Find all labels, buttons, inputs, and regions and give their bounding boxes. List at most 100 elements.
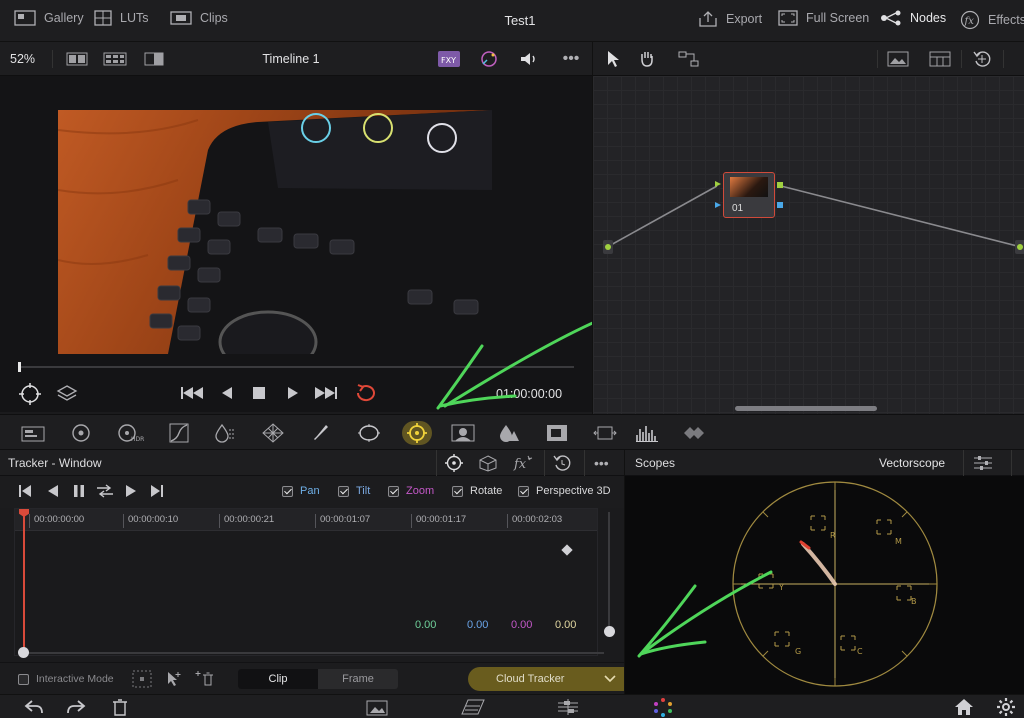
timecode-ruler[interactable]: 00:00:00:00 00:00:00:10 00:00:00:21 00:0… — [15, 509, 597, 531]
fxy-button[interactable]: FXY — [436, 49, 462, 69]
rotate-checkbox[interactable]: Rotate — [452, 485, 502, 497]
track-backward-button[interactable] — [46, 484, 60, 498]
cloud-tracker-dropdown[interactable]: Cloud Tracker — [468, 667, 640, 691]
zoom-level[interactable]: 52% — [10, 49, 35, 69]
node-layout-button[interactable] — [677, 49, 701, 69]
clip-mode-option[interactable]: Clip — [238, 669, 318, 689]
wipe-button[interactable] — [142, 49, 166, 69]
qualifier-button[interactable] — [260, 421, 286, 445]
more-options-icon[interactable]: ••• — [558, 49, 584, 69]
timeline-name[interactable]: Timeline 1 — [200, 49, 382, 69]
image-view-button[interactable] — [885, 49, 911, 69]
media-page-button[interactable] — [366, 698, 388, 716]
color-warper-button[interactable] — [212, 421, 238, 445]
audio-button[interactable] — [516, 49, 542, 69]
tracker-mode-fx-button[interactable]: fx — [512, 454, 534, 472]
tracker-mode-stabilizer-button[interactable] — [478, 454, 498, 472]
magic-mask-button[interactable] — [476, 49, 502, 69]
edit-page-button[interactable] — [556, 698, 580, 716]
magic-mask-palette-button[interactable] — [450, 421, 476, 445]
node-editor[interactable]: 01 — [592, 76, 1024, 414]
curves-button[interactable] — [166, 421, 192, 445]
loop-button[interactable] — [354, 383, 378, 403]
nodes-button[interactable]: Nodes — [880, 10, 946, 26]
keyframe-marker[interactable] — [561, 544, 573, 556]
node-key-output-port[interactable] — [777, 202, 783, 208]
play-button[interactable] — [286, 386, 300, 400]
vertical-zoom-slider[interactable] — [608, 512, 610, 630]
insert-point-button[interactable] — [132, 670, 152, 688]
go-to-end-button[interactable] — [314, 386, 338, 400]
delete-point-icon — [194, 670, 216, 688]
settings-button[interactable] — [996, 697, 1016, 717]
reset-button[interactable] — [969, 49, 995, 69]
node-editor-scrollbar[interactable] — [735, 406, 877, 411]
hand-icon — [638, 50, 656, 68]
eyedropper-button[interactable] — [308, 421, 334, 445]
output-node[interactable] — [1015, 240, 1024, 254]
export-button[interactable]: Export — [698, 10, 762, 28]
color-page-button[interactable] — [652, 697, 674, 717]
sizing-button[interactable] — [592, 421, 618, 445]
camera-raw-button[interactable] — [20, 421, 46, 445]
clip-frame-toggle[interactable]: Clip Frame — [238, 669, 398, 689]
frame-mode-option[interactable]: Frame — [318, 669, 398, 689]
scope-settings-button[interactable] — [973, 454, 993, 472]
zoom-checkbox[interactable]: Zoom — [388, 485, 434, 497]
hand-button[interactable] — [635, 49, 659, 69]
perspective-3d-checkbox[interactable]: Perspective 3D — [518, 485, 611, 497]
window-button[interactable] — [356, 421, 382, 445]
play-reverse-button[interactable] — [220, 386, 234, 400]
effects-button[interactable]: fx Effects — [960, 10, 1024, 30]
delete-point-button[interactable] — [194, 670, 216, 688]
full-screen-button[interactable]: Full Screen — [778, 10, 869, 26]
tracker-button[interactable] — [402, 421, 432, 445]
cut-page-button[interactable] — [460, 698, 486, 716]
track-forward-frame-button[interactable] — [150, 484, 164, 498]
source-input-node[interactable] — [603, 240, 613, 254]
tracker-reset-button[interactable] — [552, 453, 572, 473]
layout-grid-button[interactable] — [927, 49, 953, 69]
node-input-port[interactable] — [715, 181, 721, 187]
stop-button[interactable] — [252, 386, 266, 400]
motion-effects-button[interactable] — [634, 421, 660, 445]
tilt-checkbox[interactable]: Tilt — [338, 485, 370, 497]
redo-button[interactable] — [66, 699, 86, 715]
go-to-start-button[interactable] — [180, 386, 204, 400]
keyframes-button[interactable] — [684, 421, 710, 445]
vectorscope: R M B C G Y — [624, 476, 1024, 694]
node-01[interactable]: 01 — [723, 172, 775, 218]
tracker-graph[interactable]: 00:00:00:00 00:00:00:10 00:00:00:21 00:0… — [14, 508, 598, 657]
node-key-input-port[interactable] — [715, 202, 721, 208]
tracker-playhead[interactable] — [23, 509, 25, 657]
home-button[interactable] — [954, 698, 974, 716]
tracker-options-icon[interactable]: ••• — [594, 455, 609, 471]
viewer-mode-button[interactable] — [18, 382, 42, 406]
pause-button[interactable] — [72, 484, 86, 498]
color-match-button[interactable] — [68, 421, 94, 445]
add-point-button[interactable] — [164, 670, 182, 688]
delete-button[interactable] — [112, 698, 128, 716]
node-thumbnail — [730, 177, 768, 197]
pan-checkbox[interactable]: Pan — [282, 485, 320, 497]
color-wheels-hdr-button[interactable]: HDR — [116, 421, 148, 445]
grid-view-button[interactable] — [102, 49, 128, 69]
scrubber-handle[interactable] — [18, 362, 21, 372]
undo-button[interactable] — [24, 699, 44, 715]
node-output-port[interactable] — [777, 182, 783, 188]
layers-button[interactable] — [56, 384, 78, 404]
track-bidirectional-button[interactable] — [96, 484, 114, 498]
vertical-zoom-knob[interactable] — [604, 626, 615, 637]
split-view-button[interactable] — [64, 49, 90, 69]
pointer-button[interactable] — [603, 49, 623, 69]
zoom-label: Zoom — [406, 485, 435, 497]
track-forward-button[interactable] — [124, 484, 138, 498]
tracker-mode-window-button[interactable] — [444, 453, 464, 473]
blur-button[interactable] — [496, 421, 522, 445]
horizontal-zoom-knob[interactable] — [18, 647, 29, 658]
horizontal-zoom-slider[interactable] — [22, 652, 604, 654]
interactive-mode-checkbox[interactable]: Interactive Mode — [18, 673, 114, 685]
track-backward-frame-button[interactable] — [18, 484, 32, 498]
key-button[interactable] — [544, 421, 570, 445]
scope-mode-dropdown[interactable]: Vectorscope — [879, 456, 945, 470]
